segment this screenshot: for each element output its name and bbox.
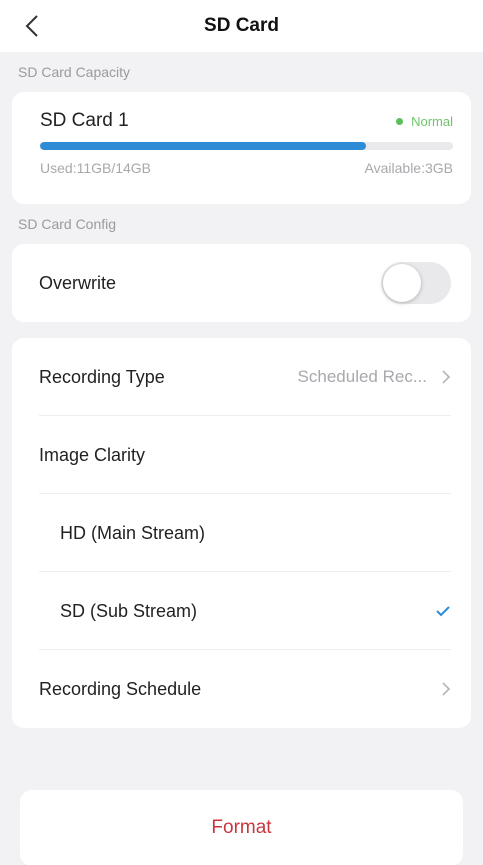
recording-schedule-row[interactable]: Recording Schedule xyxy=(12,650,471,728)
top-bar: SD Card xyxy=(0,0,483,52)
image-clarity-label: Image Clarity xyxy=(39,444,146,465)
chevron-left-icon xyxy=(25,15,38,37)
clarity-option-hd[interactable]: HD (Main Stream) xyxy=(12,494,471,572)
image-clarity-row: Image Clarity xyxy=(12,416,471,494)
toggle-knob xyxy=(383,264,421,302)
back-button[interactable] xyxy=(14,8,50,44)
recording-schedule-label: Recording Schedule xyxy=(39,678,202,699)
status-badge: Normal xyxy=(396,114,453,129)
used-text: Used:11GB/14GB xyxy=(40,160,152,176)
page-title: SD Card xyxy=(204,15,279,36)
recording-type-row[interactable]: Recording Type Scheduled Rec... xyxy=(12,338,471,416)
clarity-option-label: HD (Main Stream) xyxy=(60,522,206,543)
recording-settings-card: Recording Type Scheduled Rec... Image Cl… xyxy=(12,338,471,728)
chevron-right-icon xyxy=(442,370,451,384)
status-dot-icon xyxy=(396,117,404,125)
checkmark-icon xyxy=(436,606,450,617)
clarity-option-label: SD (Sub Stream) xyxy=(60,600,198,621)
capacity-progress-fill xyxy=(40,142,367,150)
format-label: Format xyxy=(211,817,272,838)
sd-card-name: SD Card 1 xyxy=(40,110,129,131)
recording-type-label: Recording Type xyxy=(39,366,165,387)
overwrite-label: Overwrite xyxy=(39,272,117,293)
format-button[interactable]: Format xyxy=(20,790,463,865)
status-text: Normal xyxy=(411,113,453,129)
config-section-label: SD Card Config xyxy=(18,216,117,232)
overwrite-row: Overwrite xyxy=(12,244,471,322)
available-text: Available:3GB xyxy=(364,160,453,176)
recording-type-value: Scheduled Rec... xyxy=(297,367,427,386)
clarity-option-sd[interactable]: SD (Sub Stream) xyxy=(12,572,471,650)
capacity-card: SD Card 1 Normal Used:11GB/14GB Availabl… xyxy=(12,92,471,204)
overwrite-toggle[interactable] xyxy=(381,262,451,304)
capacity-section-label: SD Card Capacity xyxy=(18,64,131,80)
capacity-progress-bar xyxy=(40,142,453,150)
chevron-right-icon xyxy=(442,682,451,696)
overwrite-card: Overwrite xyxy=(12,244,471,322)
